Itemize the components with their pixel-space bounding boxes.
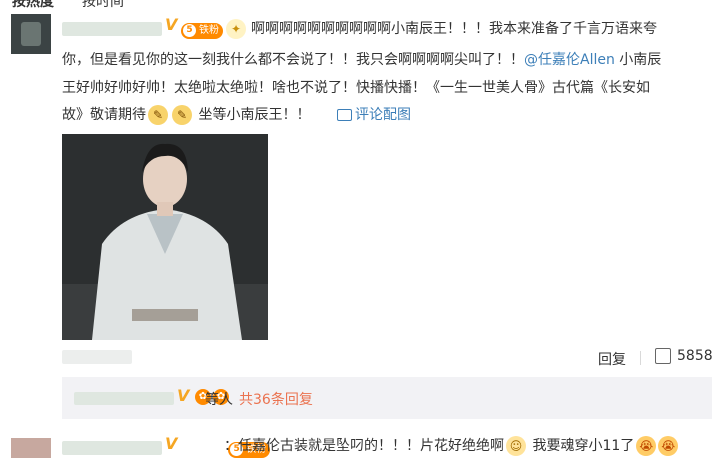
divider [640,351,641,365]
thumbs-up-icon [655,348,671,364]
vip-mark: V [165,434,178,453]
reply-username-blurred[interactable] [74,392,174,405]
clapper-emoji: ✎ [172,105,192,125]
sort-by-time-tab[interactable]: 按时间 [82,0,124,11]
replies-strip: V ✿ ✿ 等人 共36条回复 [62,377,712,419]
crying-emoji: 😭 [636,436,657,456]
vip-mark: V [177,386,190,405]
comment-line-2: 你，但是看见你的这一刻我什么都不会说了！！我只会啊啊啊啊尖叫了！！@任嘉伦All… [62,52,662,68]
comment-image[interactable] [62,134,268,340]
comment-line-3: 王好帅好帅好帅！太绝啦太绝啦！啥也不说了！快播快播！《一生一世美人骨》古代篇《长… [62,80,650,96]
sparkle-emoji: ✦ [226,19,246,39]
crying-emoji: 😭 [658,436,679,456]
avatar[interactable] [11,14,51,54]
image-icon [337,109,352,121]
fan-badge: 5 铁粉 [181,22,223,39]
next-comment-avatar[interactable] [11,438,51,458]
kid-emoji: ☺ [506,436,526,456]
person-photo [62,134,268,340]
timestamp-blurred [62,350,132,364]
reply-suffix: 等人 [205,392,233,408]
sort-by-heat-tab[interactable]: 按热度 [12,0,54,11]
like-button[interactable]: 5858 [655,348,713,364]
username-blurred[interactable] [62,22,162,36]
comment-line-4: 故》敬请期待 ✎ ✎ 坐等小南辰王！！ [62,105,311,125]
reply-button[interactable]: 回复 [598,349,626,369]
clapper-emoji: ✎ [148,105,168,125]
next-comment-text: ：任嘉伦古装就是坠叼的！！！片花好绝绝啊 ☺ 我要魂穿小11了 😭 😭 [224,436,679,456]
mention-link[interactable]: @任嘉伦Allen [524,52,615,68]
comment-image-link[interactable]: 评论配图 [337,105,411,125]
vip-mark: V [165,15,178,34]
comment-line-1: 啊啊啊啊啊啊啊啊啊啊小南辰王！！！我本来准备了千言万语来夸 [251,21,657,37]
total-replies-link[interactable]: 共36条回复 [239,389,313,409]
